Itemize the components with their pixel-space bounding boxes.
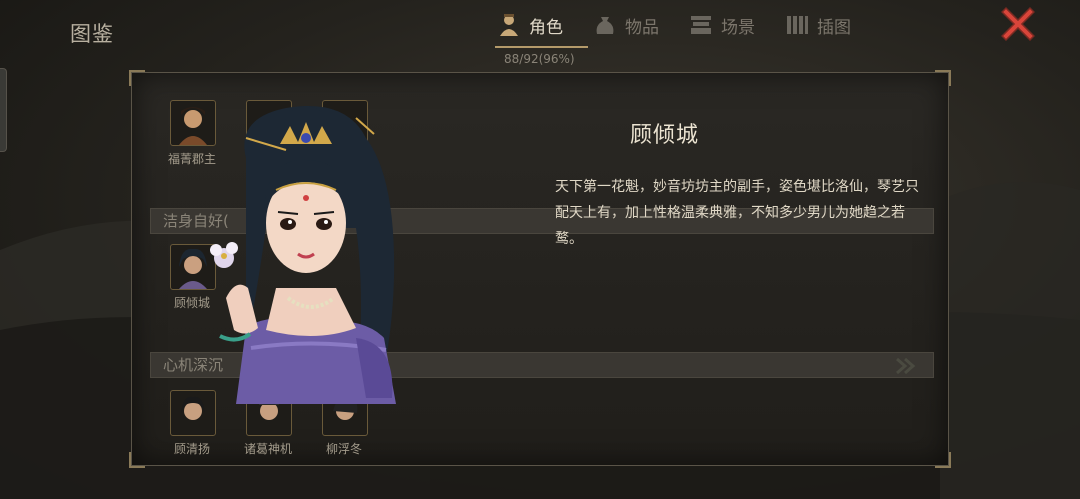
building-icon	[687, 11, 715, 39]
character-portrait	[210, 106, 396, 404]
slot-label: 柳浮冬	[325, 442, 362, 456]
tab-label: 插图	[817, 17, 851, 38]
panel-corner	[935, 452, 951, 468]
tab-items[interactable]: 物品	[591, 0, 659, 50]
panel-corner	[935, 70, 951, 86]
close-button[interactable]	[1000, 6, 1036, 42]
side-drawer-handle[interactable]	[0, 68, 7, 152]
tab-label: 角色	[529, 17, 563, 38]
tab-label: 物品	[625, 17, 659, 38]
active-tab-underline	[495, 46, 588, 48]
person-icon	[495, 11, 523, 39]
character-description: 天下第一花魁，妙音坊坊主的副手，姿色堪比洛仙，琴艺只配天上有，加上性格温柔典雅，…	[555, 179, 919, 247]
character-name: 顾倾城	[630, 123, 700, 148]
tab-label: 场景	[721, 17, 755, 38]
panel-corner	[129, 70, 145, 86]
tab-characters[interactable]: 角色	[495, 0, 563, 50]
panel-corner	[129, 452, 145, 468]
bag-icon	[591, 11, 619, 39]
double-chevron-right-icon[interactable]	[893, 356, 919, 376]
category-tabs: 角色 物品 场景 插图	[495, 0, 879, 50]
slot-label: 诸葛神机	[243, 442, 292, 456]
page-title: 图鉴	[70, 22, 114, 46]
tab-scenes[interactable]: 场景	[687, 0, 755, 50]
scroll-icon	[783, 11, 811, 39]
slot-label: 顾清扬	[173, 442, 210, 456]
tab-illustrations[interactable]: 插图	[783, 0, 851, 50]
close-icon	[1001, 7, 1035, 41]
collection-counter: 88/92(96%)	[504, 52, 575, 66]
